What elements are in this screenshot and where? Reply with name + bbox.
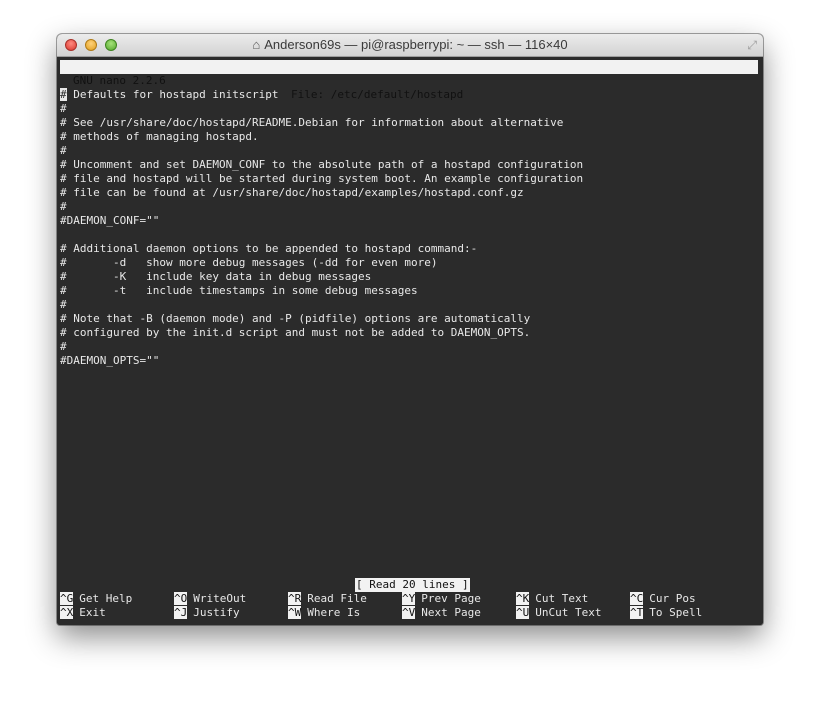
shortcut-label: Exit [79,606,106,619]
shortcut-justify[interactable]: ^J Justify [174,606,240,620]
nano-header-bar: GNU nano 2.2.6 File: /etc/default/hostap… [60,60,758,101]
file-line: # [60,200,67,213]
shortcut-label: WriteOut [193,592,247,605]
file-line: # See /usr/share/doc/hostapd/README.Debi… [60,116,564,129]
file-content[interactable]: # Defaults for hostapd initscript # # See … [60,88,583,368]
shortcut-key: ^R [288,592,302,605]
file-line: # Defaults for hostapd initscript [60,88,583,102]
shortcut-cut-text[interactable]: ^K Cut Text [516,592,588,606]
file-line [60,228,583,242]
terminal-area[interactable]: GNU nano 2.2.6 File: /etc/default/hostap… [57,57,763,625]
shortcut-exit[interactable]: ^X Exit [60,606,106,620]
shortcut-prev-page[interactable]: ^Y Prev Page [402,592,481,606]
shortcut-next-page[interactable]: ^V Next Page [402,606,481,620]
file-line: # Note that -B (daemon mode) and -P (pid… [60,312,531,325]
file-line: # -d show more debug messages (-dd for e… [60,256,438,269]
shortcut-key: ^U [516,606,530,619]
file-line: # file and hostapd will be started durin… [60,172,584,185]
shortcut-label: Cur Pos [649,592,696,605]
window-title-container: ⌂ Anderson69s — pi@raspberrypi: ~ — ssh —… [57,37,763,52]
shortcut-label: Prev Page [421,592,481,605]
shortcut-key: ^W [288,606,302,619]
shortcut-label: Justify [193,606,240,619]
nano-version: GNU nano 2.2.6 [73,74,166,87]
shortcut-label: Read File [307,592,367,605]
file-line: # Uncomment and set DAEMON_CONF to the a… [60,158,584,171]
shortcut-key: ^G [60,592,74,605]
shortcut-key: ^V [402,606,416,619]
shortcut-writeout[interactable]: ^O WriteOut [174,592,246,606]
shortcut-label: Where Is [307,606,361,619]
shortcut-key: ^K [516,592,530,605]
file-line: # configured by the init.d script and mu… [60,326,531,339]
shortcut-bar: ^G Get Help ^O WriteOut ^R Read File ^Y Prev Pa… [60,592,758,620]
shortcut-key: ^X [60,606,74,619]
shortcut-get-help[interactable]: ^G Get Help [60,592,132,606]
shortcut-label: UnCut Text [535,606,602,619]
file-line: # file can be found at /usr/share/doc/ho… [60,186,524,199]
shortcut-key: ^J [174,606,188,619]
shortcut-key: ^T [630,606,644,619]
file-line: # [60,102,67,115]
file-line: # Additional daemon options to be append… [60,242,478,255]
text-cursor: # [60,88,67,101]
shortcut-row-2: ^X Exit ^J Justify ^W Where Is ^V Next Page ^U Un… [60,606,758,620]
file-line: # [60,144,67,157]
shortcut-read-file[interactable]: ^R Read File [288,592,367,606]
shortcut-label: To Spell [649,606,703,619]
file-line: # methods of managing hostapd. [60,130,259,143]
fullscreen-icon[interactable]: ⤢ [747,38,757,53]
shortcut-where-is[interactable]: ^W Where Is [288,606,360,620]
file-line: #DAEMON_OPTS="" [60,354,160,367]
file-line: # [60,298,67,311]
shortcut-key: ^C [630,592,644,605]
shortcut-label: Cut Text [535,592,589,605]
shortcut-to-spell[interactable]: ^T To Spell [630,606,702,620]
file-line: # -K include key data in debug messages [60,270,372,283]
file-line: # -t include timestamps in some debug me… [60,284,418,297]
shortcut-uncut-text[interactable]: ^U UnCut Text [516,606,601,620]
file-line-text: Defaults for hostapd initscript [66,88,279,101]
status-message: [ Read 20 lines ] [355,578,470,592]
shortcut-row-1: ^G Get Help ^O WriteOut ^R Read File ^Y Prev Pa… [60,592,758,606]
terminal-window: ⌂ Anderson69s — pi@raspberrypi: ~ — ssh —… [57,34,763,625]
shortcut-key: ^O [174,592,188,605]
shortcut-label: Next Page [421,606,481,619]
shortcut-key: ^Y [402,592,416,605]
home-icon: ⌂ [252,37,261,52]
shortcut-label: Get Help [79,592,133,605]
window-title: Anderson69s — pi@raspberrypi: ~ — ssh — … [264,37,568,52]
title-bar[interactable]: ⌂ Anderson69s — pi@raspberrypi: ~ — ssh —… [57,34,763,57]
shortcut-cur-pos[interactable]: ^C Cur Pos [630,592,696,606]
file-line: #DAEMON_CONF="" [60,214,160,227]
file-line: # [60,340,67,353]
